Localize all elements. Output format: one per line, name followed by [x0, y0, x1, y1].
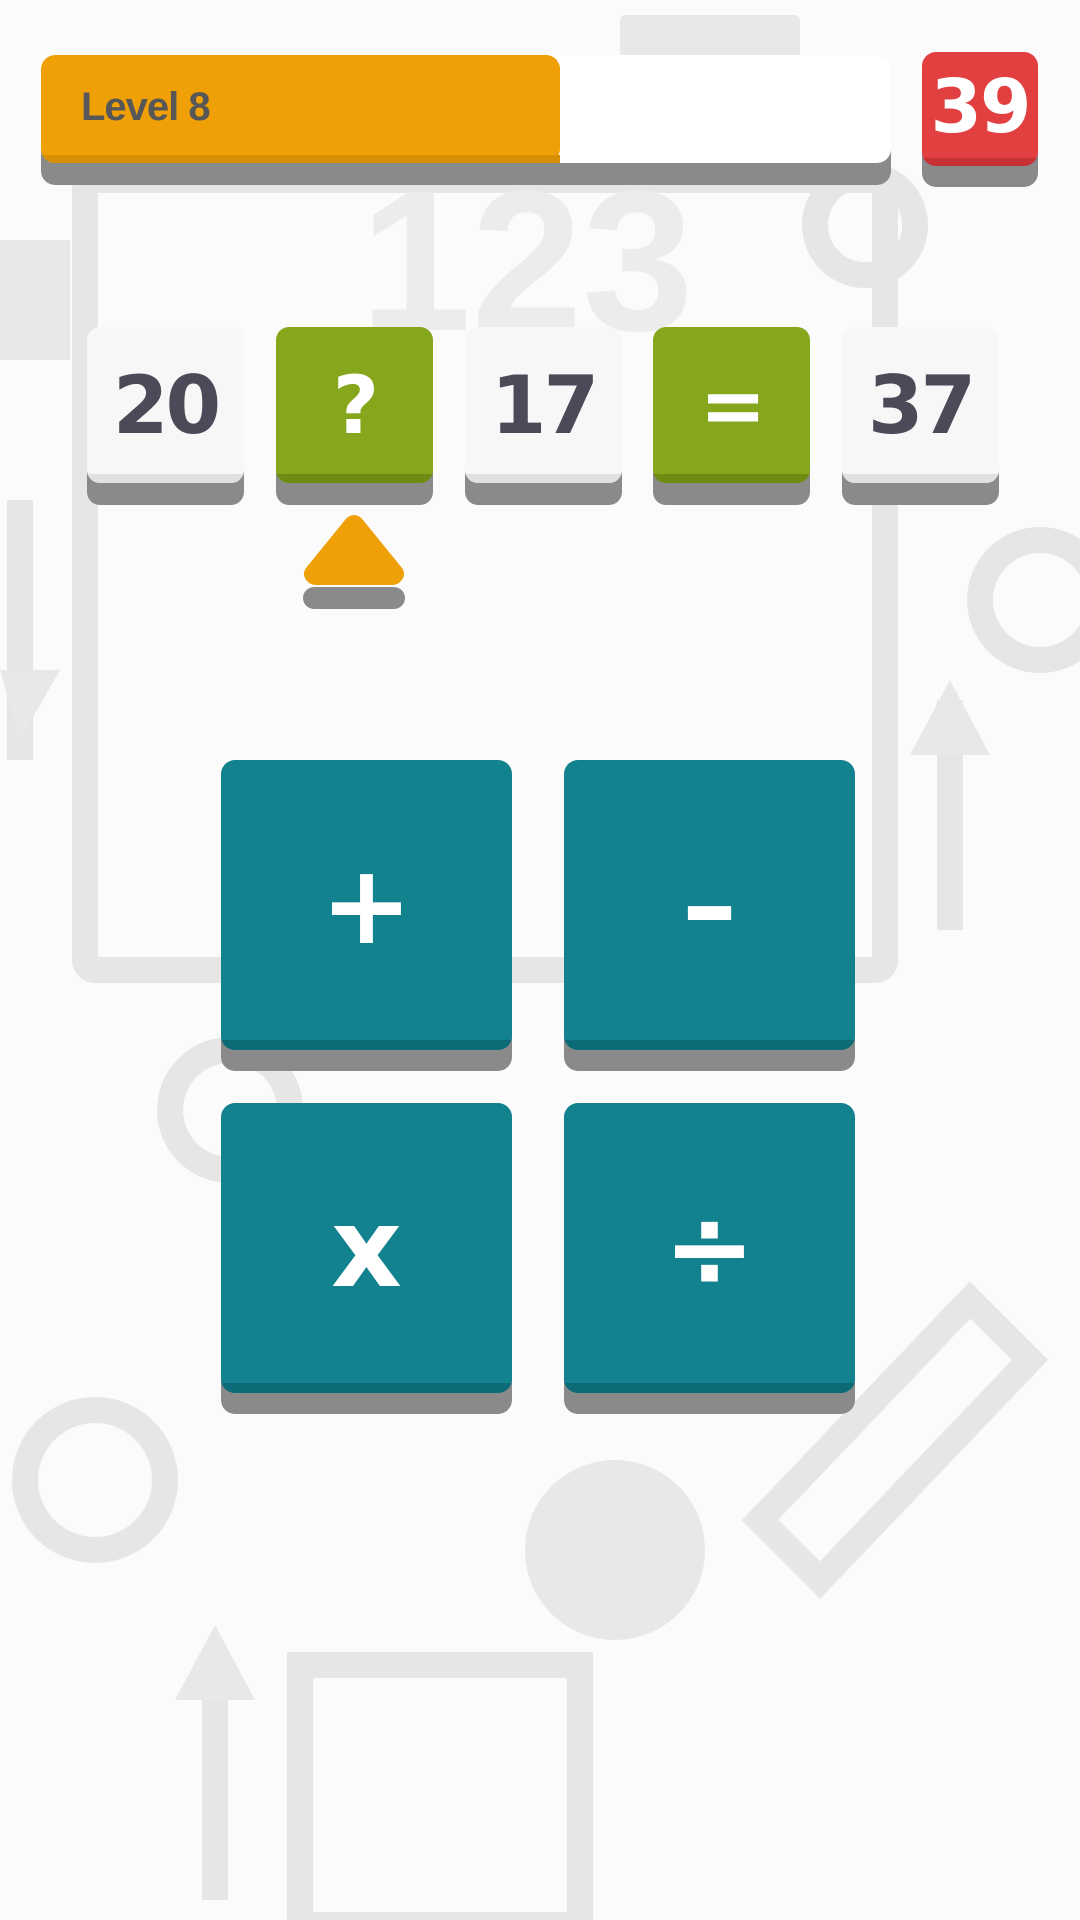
bg-triangle-shape-2	[910, 680, 990, 755]
background-doodles: 123	[0, 15, 1080, 1920]
equation-tile-operand-2: 17	[465, 327, 622, 505]
game-screen: 123 Level 8 39 20 ? 17 = 37 + – x ÷	[0, 0, 1080, 1920]
minus-label: –	[682, 841, 737, 969]
multiply-label: x	[331, 1184, 402, 1312]
bg-triangle-shape-3	[175, 1625, 255, 1700]
equation-tile-operand-1: 20	[87, 327, 244, 505]
timer-badge: 39	[922, 52, 1038, 187]
tile-label: 20	[112, 358, 221, 452]
tile-label: 37	[867, 358, 976, 452]
bg-block-shape	[0, 240, 70, 360]
divide-button[interactable]: ÷	[564, 1103, 855, 1414]
timer-value: 39	[930, 64, 1032, 150]
bg-gear-shape-right	[967, 527, 1080, 673]
plus-label: +	[320, 841, 413, 969]
timer-box: 39	[922, 52, 1038, 166]
equation-tile-missing-operator: ?	[276, 327, 433, 505]
equation-tile-equals: =	[653, 327, 810, 505]
divide-label: ÷	[663, 1184, 756, 1312]
bg-circle-shape	[525, 1460, 705, 1640]
level-progress-bar: Level 8	[41, 55, 891, 185]
bg-gear-shape-left	[12, 1397, 178, 1563]
multiply-button[interactable]: x	[221, 1103, 512, 1414]
equation-tile-result: 37	[842, 327, 999, 505]
bg-film-shape	[287, 1652, 593, 1920]
tile-label: 17	[490, 358, 599, 452]
progress-track: Level 8	[41, 55, 891, 163]
minus-button[interactable]: –	[564, 760, 855, 1071]
plus-button[interactable]: +	[221, 760, 512, 1071]
level-label: Level 8	[81, 85, 211, 129]
pointer-arrow-icon	[303, 515, 405, 609]
tile-label: =	[699, 358, 766, 452]
tile-label: ?	[332, 358, 379, 452]
